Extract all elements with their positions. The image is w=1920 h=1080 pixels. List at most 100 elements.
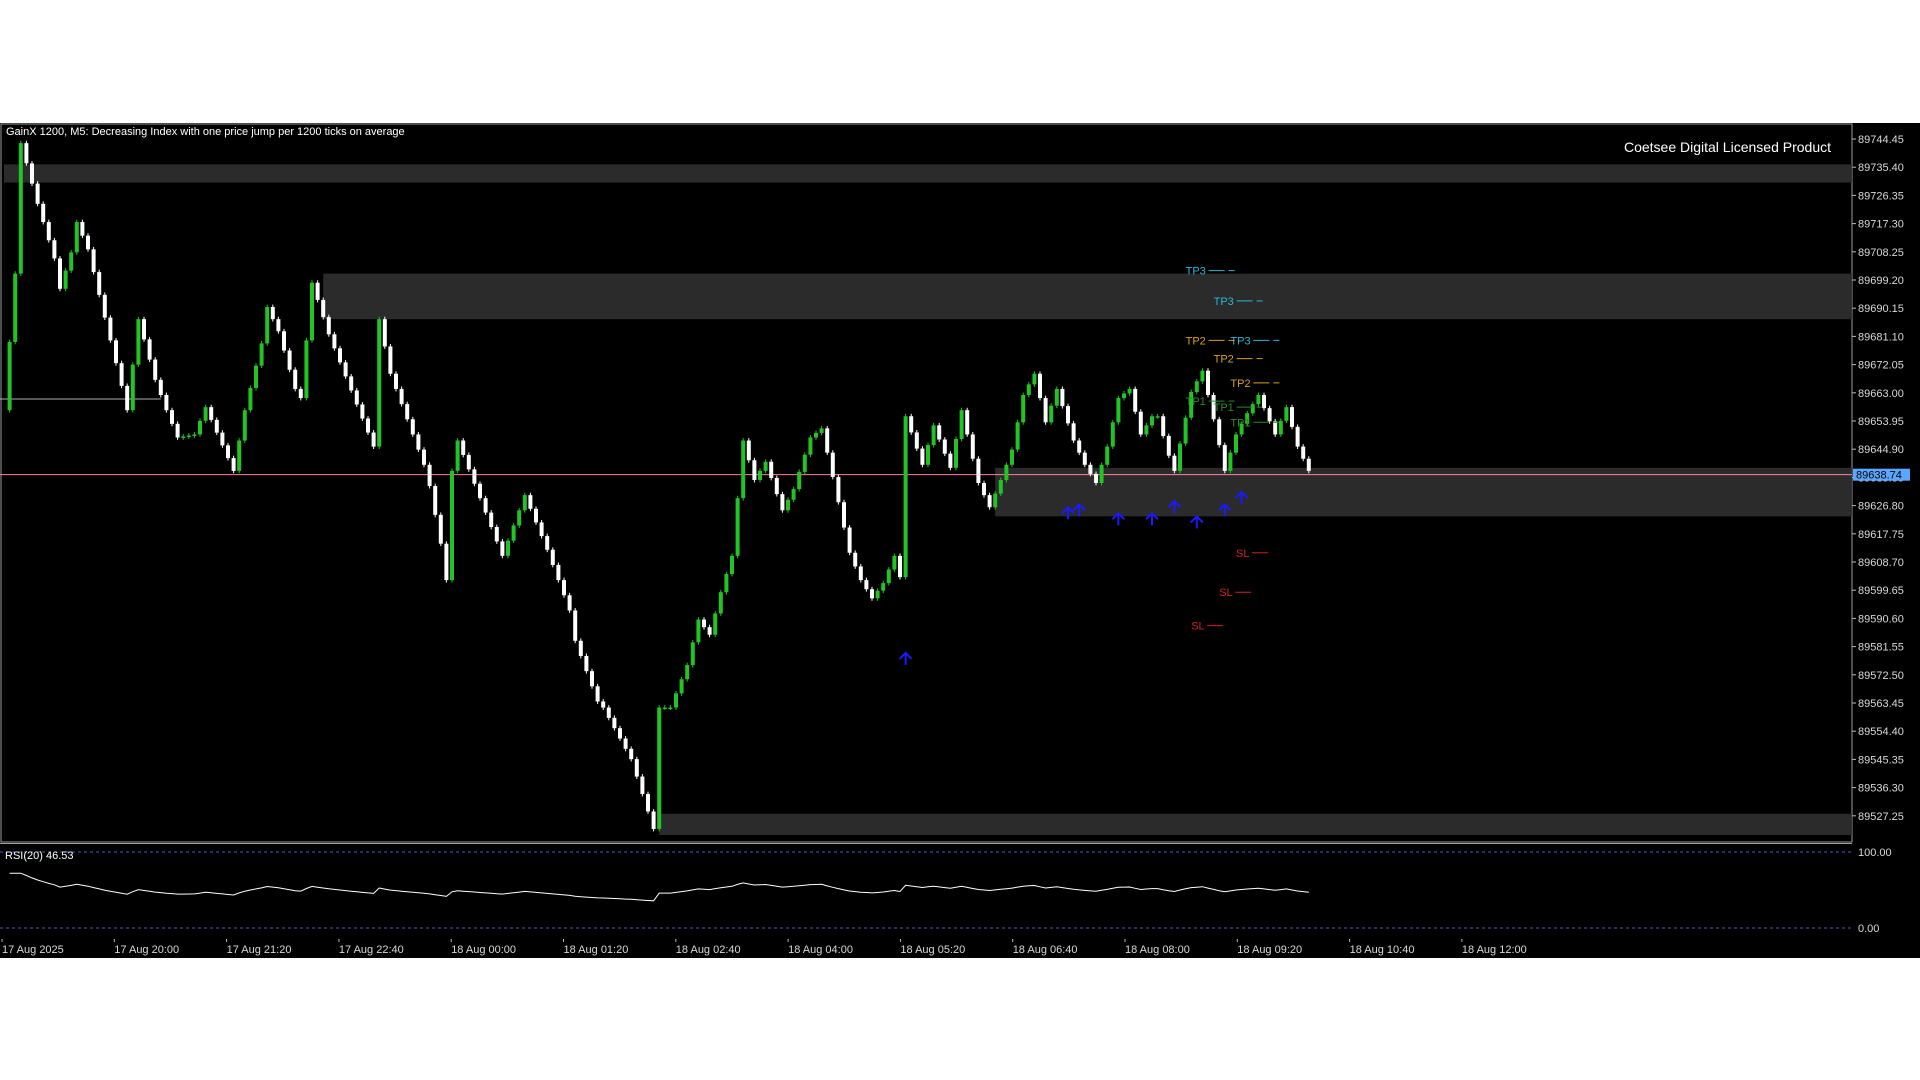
- price-tick-label: 89699.20: [1858, 275, 1904, 287]
- bear-candle: [46, 222, 51, 241]
- sl-label: SL: [1191, 621, 1204, 633]
- bear-candle: [354, 390, 359, 405]
- bear-candle: [153, 359, 158, 380]
- bear-candle: [864, 580, 869, 590]
- price-tick-label: 89599.65: [1858, 585, 1904, 597]
- bull-candle: [63, 270, 68, 289]
- bull-candle: [808, 437, 813, 455]
- bear-candle: [898, 555, 902, 578]
- bull-candle: [242, 410, 247, 441]
- bear-candle: [1273, 421, 1278, 435]
- bear-candle: [494, 527, 499, 542]
- bear-candle: [1267, 408, 1272, 422]
- rsi-level-lower-label: 0.00: [1858, 923, 1879, 935]
- time-tick-label: 18 Aug 10:40: [1350, 944, 1415, 956]
- zone-rect: [4, 164, 1852, 183]
- watermark: Coetsee Digital Licensed Product: [1624, 139, 1831, 155]
- bear-candle: [1161, 416, 1166, 436]
- bull-candle: [679, 679, 684, 694]
- bear-candle: [858, 566, 863, 581]
- bear-candle: [842, 502, 846, 528]
- bull-candle: [1110, 422, 1115, 447]
- bear-candle: [35, 183, 40, 204]
- time-axis[interactable]: 17 Aug 2025 17 Aug 20:00 17 Aug 21:20 17 Au…: [0, 939, 1920, 958]
- bull-candle: [892, 555, 897, 570]
- bull-candle: [1099, 464, 1104, 483]
- rsi-panel[interactable]: RSI(20) 46.53 100.00 0.00: [0, 843, 1920, 953]
- bear-candle: [1262, 395, 1266, 409]
- bull-candle: [713, 613, 718, 635]
- tp2-label: TP2: [1230, 378, 1250, 390]
- bull-candle: [786, 499, 790, 511]
- bear-candle: [1082, 452, 1087, 465]
- bull-candle: [1284, 407, 1289, 421]
- bear-candle: [1038, 373, 1042, 399]
- bull-candle: [69, 252, 74, 271]
- bear-candle: [702, 619, 706, 628]
- price-tick-label: 89563.45: [1858, 698, 1904, 710]
- bear-candle: [830, 452, 835, 477]
- bull-candle: [802, 454, 807, 472]
- bull-candle: [1183, 417, 1188, 444]
- bear-candle: [646, 794, 650, 812]
- bear-candle: [948, 453, 953, 468]
- tp2-label: TP2: [1214, 354, 1234, 366]
- bear-candle: [343, 362, 348, 377]
- bear-candle: [567, 595, 572, 611]
- bear-candle: [388, 346, 393, 374]
- price-tick-label: 89527.25: [1858, 811, 1904, 823]
- bear-candle: [1071, 423, 1076, 441]
- bear-candle: [1138, 411, 1143, 435]
- bull-candle: [1150, 416, 1154, 426]
- bear-candle: [209, 407, 214, 420]
- bull-candle: [13, 273, 18, 342]
- current-price-label: 89638.74: [1856, 470, 1902, 482]
- sl-label: SL: [1236, 548, 1249, 560]
- time-tick-label: 17 Aug 20:00: [114, 944, 179, 956]
- bear-candle: [30, 163, 34, 184]
- bear-candle: [640, 776, 645, 795]
- bear-candle: [360, 404, 365, 419]
- bear-candle: [618, 728, 622, 739]
- rsi-line: [9, 872, 1309, 902]
- rsi-level-upper-label: 100.00: [1858, 847, 1892, 859]
- tp2-label: TP2: [1186, 335, 1206, 347]
- bull-candle: [1200, 370, 1205, 382]
- bull-candle: [730, 555, 734, 575]
- bull-candle: [506, 540, 510, 556]
- bear-candle: [1222, 445, 1227, 471]
- bear-candle: [338, 348, 342, 363]
- price-tick-label: 89626.80: [1858, 501, 1904, 513]
- bear-candle: [1217, 419, 1222, 446]
- bull-candle: [1015, 422, 1020, 450]
- chart-title: GainX 1200, M5: Decreasing Index with on…: [6, 126, 405, 138]
- bear-candle: [326, 317, 331, 335]
- bear-candle: [590, 671, 594, 687]
- bear-candle: [382, 319, 387, 347]
- bear-candle: [1133, 388, 1138, 412]
- bear-candle: [231, 458, 236, 471]
- bear-candle: [461, 440, 466, 455]
- bear-candle: [114, 340, 118, 364]
- bull-candle: [791, 489, 796, 500]
- bear-candle: [870, 589, 874, 599]
- bear-candle: [102, 294, 107, 318]
- bear-candle: [483, 498, 488, 513]
- time-tick-label: 18 Aug 01:20: [564, 944, 629, 956]
- bear-candle: [416, 434, 421, 450]
- bear-candle: [1172, 455, 1177, 471]
- bear-candle: [573, 610, 578, 641]
- bear-candle: [965, 410, 970, 435]
- bear-candle: [836, 476, 841, 503]
- bear-candle: [80, 222, 85, 236]
- bear-candle: [276, 319, 281, 332]
- bear-candle: [651, 811, 656, 829]
- bull-candle: [690, 642, 695, 666]
- bull-candle: [254, 365, 258, 388]
- bull-candle: [74, 222, 79, 253]
- bear-candle: [584, 655, 589, 672]
- bull-candle: [1049, 405, 1054, 423]
- bear-candle: [282, 331, 286, 351]
- price-chart[interactable]: TP3 TP3 TP3 TP2 TP2 TP2 TP1 TP1 TP1 SL SL SL GainX …: [0, 123, 1920, 843]
- bear-candle: [629, 748, 634, 760]
